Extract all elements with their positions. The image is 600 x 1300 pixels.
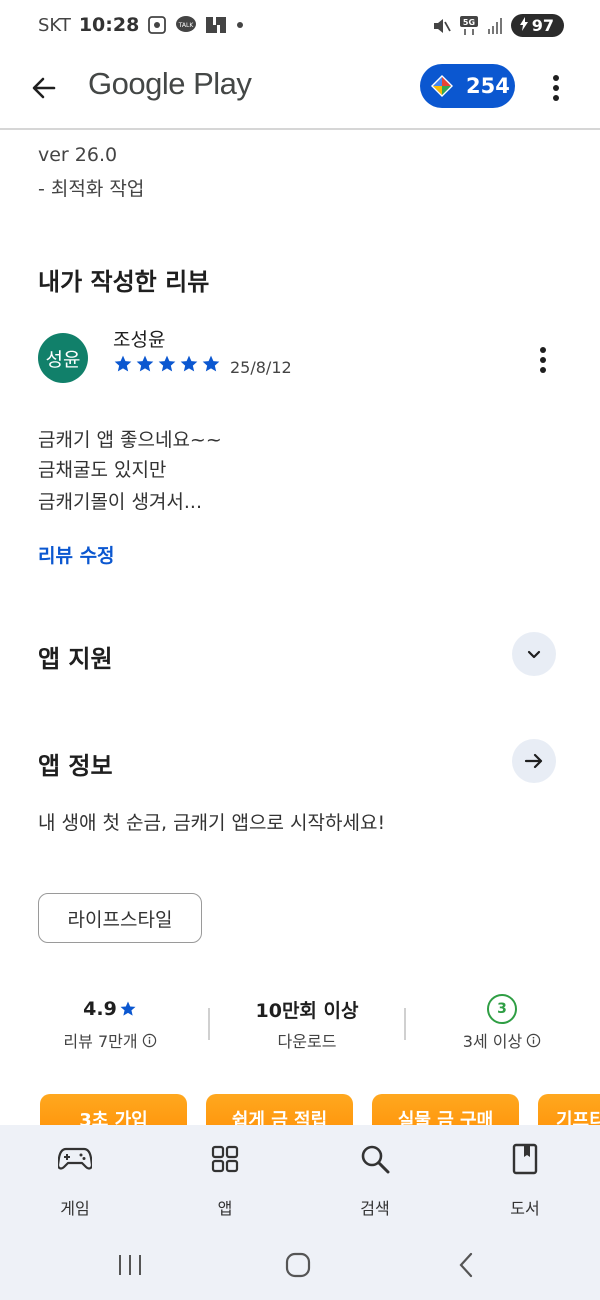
battery-level: 97 (531, 16, 554, 35)
app-info-open-button[interactable] (512, 739, 556, 783)
info-icon[interactable] (142, 1033, 157, 1048)
more-options-button[interactable] (540, 70, 572, 106)
downloads-stat: 10만회 이상 다운로드 (226, 994, 388, 1052)
play-points-count: 254 (466, 74, 510, 98)
app-description: 내 생애 첫 순금, 금캐기 앱으로 시작하세요! (38, 812, 386, 834)
stat-divider (404, 1008, 406, 1040)
review-text-line: 금캐기 앱 좋으네요~~ (38, 429, 222, 451)
apps-grid-icon (211, 1145, 239, 1173)
more-vert-icon (553, 75, 559, 101)
app-info-title[interactable]: 앱 정보 (38, 746, 113, 781)
search-icon (361, 1145, 390, 1174)
charging-bolt-icon (519, 16, 529, 35)
book-icon (512, 1143, 538, 1175)
star-icon (136, 355, 154, 372)
info-icon[interactable] (526, 1033, 541, 1048)
star-icon (120, 1001, 136, 1016)
rating-value: 4.9 (83, 998, 117, 1020)
system-navigation-bar (0, 1230, 600, 1300)
review-more-button[interactable] (530, 342, 556, 378)
star-icon (114, 355, 132, 372)
age-rating-label: 3세 이상 (462, 1032, 523, 1051)
top-app-bar: Google Play 254 (0, 52, 600, 130)
mute-icon (431, 16, 451, 36)
app-notification-icon (205, 15, 227, 35)
gamepad-icon (58, 1147, 92, 1170)
rating-stat: 4.9 리뷰 7만개 (40, 994, 180, 1052)
clock: 10:28 (78, 14, 140, 36)
edit-review-link[interactable]: 리뷰 수정 (38, 541, 115, 568)
home-button[interactable] (278, 1248, 318, 1282)
downloads-label: 다운로드 (277, 1032, 337, 1051)
svg-text:5G: 5G (463, 18, 475, 27)
system-back-button[interactable] (446, 1248, 486, 1282)
dot-icon (235, 20, 245, 30)
battery-indicator: 97 (510, 14, 564, 37)
star-icon (180, 355, 198, 372)
nav-item-books[interactable]: 도서 (485, 1141, 565, 1219)
talk-icon: TALK (175, 15, 197, 35)
recent-apps-button[interactable] (110, 1248, 150, 1282)
review-rating-stars (113, 354, 221, 374)
signal-icon (487, 17, 503, 35)
back-button[interactable] (26, 70, 62, 106)
app-support-title[interactable]: 앱 지원 (38, 639, 113, 674)
app-support-expand-button[interactable] (512, 632, 556, 676)
play-points-button[interactable]: 254 (420, 64, 515, 108)
recents-icon (119, 1255, 141, 1275)
back-chevron-icon (459, 1252, 473, 1278)
nav-label: 게임 (60, 1199, 90, 1218)
my-review-title: 내가 작성한 리뷰 (38, 268, 210, 296)
more-vert-icon (540, 347, 546, 373)
arrow-back-icon (32, 77, 56, 99)
nav-label: 도서 (510, 1199, 540, 1218)
stat-divider (208, 1008, 210, 1040)
version-text: ver 26.0 (38, 144, 118, 166)
app-detail-page: SKT 10:28 TALK 5G 97 Google Play 254 ver… (0, 0, 600, 1300)
5g-icon: 5G (459, 15, 479, 37)
review-date: 25/8/12 (230, 358, 292, 377)
chevron-down-icon (527, 650, 541, 659)
review-text-line: 금캐기몰이 생겨서... (38, 491, 202, 513)
review-text-line: 금채굴도 있지만 (38, 459, 167, 481)
nav-label: 검색 (360, 1199, 390, 1218)
nav-item-search[interactable]: 검색 (335, 1141, 415, 1219)
store-title: Google Play (88, 66, 252, 101)
status-bar: SKT 10:28 TALK 5G 97 (0, 0, 600, 52)
bottom-navigation: 게임 앱 검색 도서 (0, 1125, 600, 1230)
star-icon (202, 355, 220, 372)
carrier-label: SKT (38, 14, 71, 36)
version-note: - 최적화 작업 (38, 178, 145, 200)
svg-text:TALK: TALK (178, 22, 195, 29)
avatar: 성윤 (38, 333, 88, 383)
reviewer-name: 조성윤 (113, 329, 166, 351)
age-rating-stat: 3 3세 이상 (432, 994, 572, 1052)
home-icon (285, 1252, 311, 1278)
nav-item-apps[interactable]: 앱 (185, 1141, 265, 1219)
nav-label: 앱 (217, 1199, 233, 1218)
screenshot-icon (147, 15, 167, 35)
play-points-icon (431, 75, 453, 97)
star-icon (158, 355, 176, 372)
nav-item-games[interactable]: 게임 (35, 1141, 115, 1219)
rating-label: 리뷰 7만개 (63, 1032, 138, 1051)
arrow-forward-icon (524, 753, 543, 769)
category-chip[interactable]: 라이프스타일 (38, 893, 202, 943)
downloads-value: 10만회 이상 (255, 999, 359, 1022)
age-rating-badge: 3 (487, 994, 517, 1024)
